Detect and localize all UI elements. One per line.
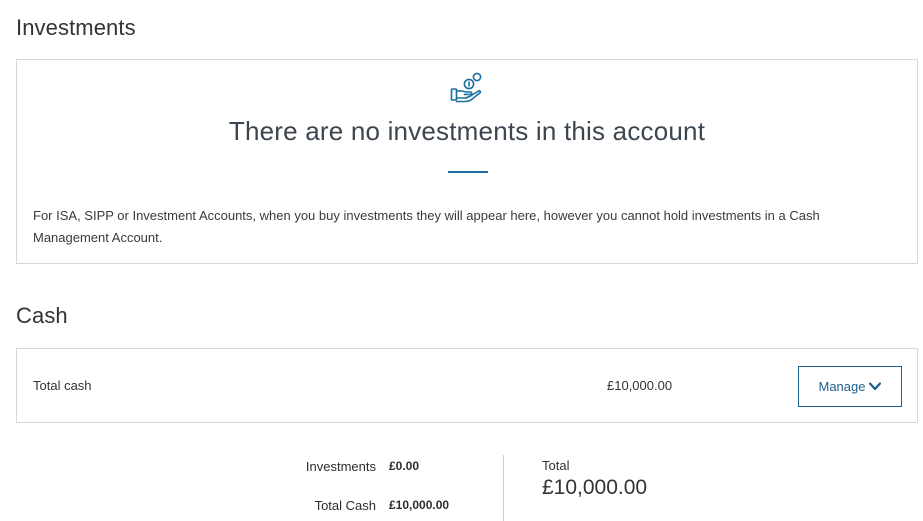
summary-total-label: Total [542, 458, 570, 473]
empty-state-description: For ISA, SIPP or Investment Accounts, wh… [33, 208, 820, 245]
chevron-down-icon [869, 382, 882, 391]
investments-section-title: Investments [16, 15, 136, 40]
total-cash-label: Total cash [33, 378, 92, 393]
account-summary: Investments £0.00 Total Cash £10,000.00 … [0, 455, 923, 521]
summary-divider [503, 455, 504, 521]
total-cash-amount: £10,000.00 [607, 378, 673, 393]
empty-state-heading: There are no investments in this account [228, 116, 706, 146]
manage-button[interactable]: Manage [798, 366, 902, 407]
summary-total-cash-label: Total Cash [314, 498, 376, 513]
summary-total-value: £10,000.00 [542, 476, 648, 499]
cash-row-card: Total cash £10,000.00 Manage [16, 348, 918, 423]
hand-coins-icon [450, 71, 486, 105]
summary-total-cash-value: £10,000.00 [389, 498, 450, 512]
manage-button-label: Manage [818, 379, 866, 394]
summary-investments-value: £0.00 [389, 459, 420, 473]
investments-empty-card: There are no investments in this account… [16, 59, 918, 264]
heading-divider [448, 171, 488, 173]
summary-investments-label: Investments [305, 459, 376, 474]
cash-section-title: Cash [16, 303, 68, 328]
